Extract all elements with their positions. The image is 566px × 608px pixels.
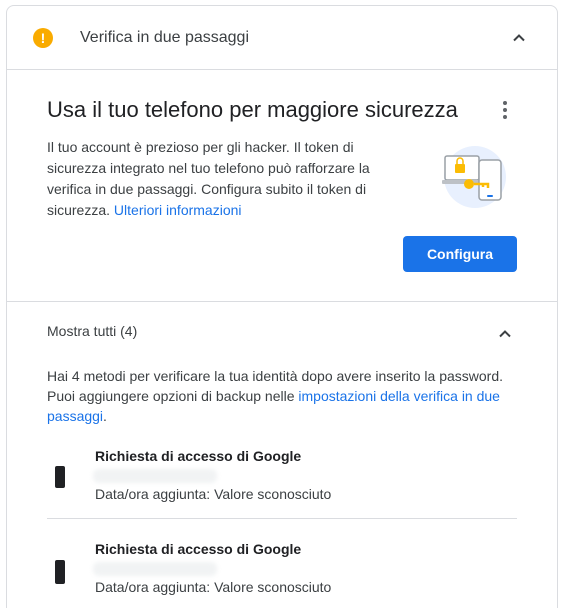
method-title: Richiesta di accesso di Google (95, 448, 302, 464)
redacted-device-name (93, 469, 217, 483)
phone-icon (55, 560, 65, 584)
list-item[interactable]: Richiesta di accesso di Google Data/ora … (47, 541, 517, 608)
phone-icon (55, 466, 65, 488)
two-step-verification-card: ! Verifica in due passaggi Usa il tuo te… (6, 5, 558, 608)
method-title: Richiesta di accesso di Google (95, 541, 302, 557)
redacted-device-name (93, 562, 217, 576)
chevron-up-icon[interactable] (493, 322, 517, 346)
more-vert-icon[interactable] (493, 98, 517, 122)
card-header[interactable]: ! Verifica in due passaggi (7, 6, 557, 70)
promo-description: Il tuo account è prezioso per gli hacker… (47, 137, 392, 221)
method-added-date: Data/ora aggiunta: Valore sconosciuto (95, 486, 332, 502)
show-all-toggle[interactable]: Mostra tutti (4) (47, 323, 137, 339)
security-key-promo: Usa il tuo telefono per maggiore sicurez… (7, 70, 557, 302)
methods-description: Hai 4 metodi per verificare la tua ident… (47, 366, 507, 426)
learn-more-link[interactable]: Ulteriori informazioni (114, 202, 242, 218)
list-item[interactable]: Richiesta di accesso di Google Data/ora … (47, 448, 517, 528)
methods-section: Mostra tutti (4) Hai 4 metodi per verifi… (7, 302, 557, 608)
configure-button[interactable]: Configura (403, 236, 517, 272)
method-added-date: Data/ora aggiunta: Valore sconosciuto (95, 579, 332, 595)
card-title: Verifica in due passaggi (80, 29, 249, 46)
promo-title: Usa il tuo telefono per maggiore sicurez… (47, 97, 458, 122)
methods-body-suffix: . (103, 408, 107, 424)
divider (47, 518, 517, 519)
chevron-up-icon[interactable] (507, 26, 531, 50)
warning-icon: ! (33, 28, 53, 48)
security-key-illustration (439, 144, 509, 210)
